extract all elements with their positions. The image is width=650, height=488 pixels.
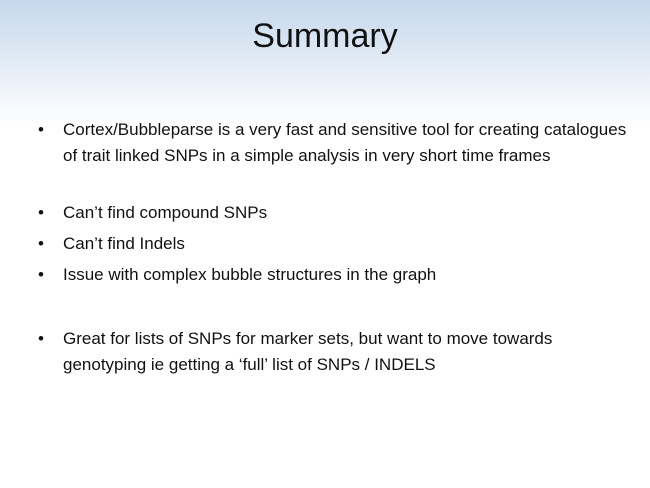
bullet-item-bubble-structures: • Issue with complex bubble structures i… [36,262,636,288]
bullet-marker: • [38,329,44,348]
bullet-marker: • [38,265,44,284]
bullet-text: Great for lists of SNPs for marker sets,… [63,329,553,374]
slide-title: Summary [252,17,398,55]
bullet-marker: • [38,234,44,253]
bullet-text: Can’t find Indels [63,234,185,253]
bullet-list: • Cortex/Bubbleparse is a very fast and … [36,117,636,378]
bullet-text: Cortex/Bubbleparse is a very fast and se… [63,120,627,165]
slide: Summary • Cortex/Bubbleparse is a very f… [0,0,650,488]
bullet-text: Issue with complex bubble structures in … [63,265,437,284]
bullet-item-compound-snps: • Can’t find compound SNPs [36,200,636,226]
bullet-item-marker-sets: • Great for lists of SNPs for marker set… [36,326,636,378]
bullet-text: Can’t find compound SNPs [63,203,268,222]
bullet-item-cortex: • Cortex/Bubbleparse is a very fast and … [36,117,636,169]
bullet-marker: • [38,203,44,222]
bullet-marker: • [38,120,44,139]
bullet-item-indels: • Can’t find Indels [36,231,636,257]
